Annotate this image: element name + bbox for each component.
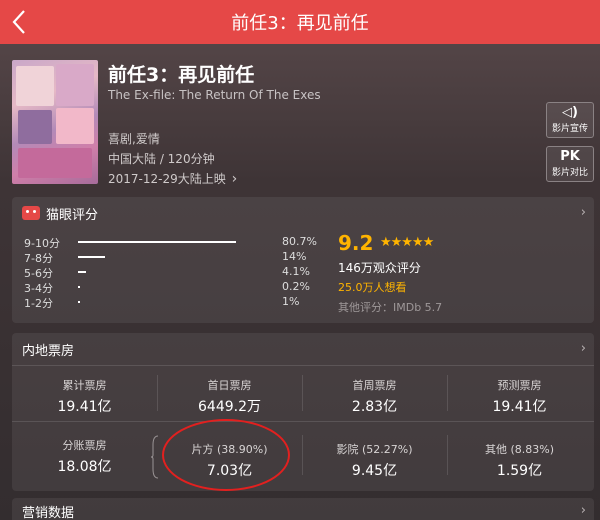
rating-dist-label: 1-2分 bbox=[24, 297, 53, 310]
movie-region-duration: 中国大陆 / 120分钟 bbox=[108, 152, 215, 166]
rating-dist-pct: 80.7% bbox=[282, 235, 317, 248]
boxoffice-stat-label: 首周票房 bbox=[352, 379, 397, 392]
rating-card-header: 猫眼评分 › bbox=[12, 197, 594, 229]
promo-button[interactable]: ◁) 影片宣传 bbox=[546, 102, 594, 138]
movie-genre: 喜剧,爱情 bbox=[108, 132, 160, 146]
boxoffice-stat-cell: 影院 (52.27%) 9.45亿 bbox=[302, 441, 447, 480]
rating-dist-row: 3-4分 0.2% bbox=[24, 280, 324, 295]
maoyan-cat-icon bbox=[22, 206, 40, 220]
other-rating: 其他评分：IMDb 5.7 bbox=[338, 301, 443, 314]
rating-dist-label: 3-4分 bbox=[24, 282, 53, 295]
rating-title: 猫眼评分 bbox=[46, 207, 99, 223]
compare-button-label: 影片对比 bbox=[551, 168, 588, 178]
boxoffice-stat-value: 6449.2万 bbox=[198, 399, 261, 415]
rating-dist-bar bbox=[78, 301, 80, 303]
boxoffice-stat-label: 累计票房 bbox=[62, 379, 107, 392]
marketing-card-header: 营销数据 › bbox=[12, 498, 594, 520]
compare-button[interactable]: PK 影片对比 bbox=[546, 146, 594, 182]
movie-title: 前任3：再见前任 bbox=[108, 64, 255, 86]
rating-card[interactable]: 猫眼评分 › 9-10分 80.7% 7-8分 14% 5-6分 4.1% 3-… bbox=[12, 197, 594, 323]
movie-english-title: The Ex-file: The Return Of The Exes bbox=[108, 88, 321, 102]
rating-dist-row: 7-8分 14% bbox=[24, 250, 324, 265]
boxoffice-stat-value: 1.59亿 bbox=[496, 463, 543, 479]
want-to-see-count: 25.0万人想看 bbox=[338, 281, 407, 294]
rating-score: 9.2 bbox=[338, 231, 374, 255]
rating-dist-pct: 14% bbox=[282, 250, 307, 263]
rating-dist-pct: 0.2% bbox=[282, 280, 310, 293]
chevron-right-icon: › bbox=[580, 205, 586, 220]
movie-poster[interactable] bbox=[12, 60, 98, 184]
boxoffice-stat-label: 影院 (52.27%) bbox=[336, 443, 413, 456]
divider bbox=[157, 375, 158, 411]
boxoffice-stat-cell: 累计票房 19.41亿 bbox=[12, 377, 157, 416]
annotation-circle bbox=[162, 419, 290, 491]
chevron-right-icon: › bbox=[580, 341, 586, 356]
rating-dist-bar bbox=[78, 241, 236, 243]
chevron-right-icon: › bbox=[580, 503, 586, 518]
boxoffice-stat-cell: 其他 (8.83%) 1.59亿 bbox=[447, 441, 592, 480]
page-title: 前任3：再见前任 bbox=[231, 13, 369, 34]
boxoffice-stat-cell: 预测票房 19.41亿 bbox=[447, 377, 592, 416]
top-nav-bar: 前任3：再见前任 bbox=[0, 0, 600, 44]
boxoffice-stat-value: 19.41亿 bbox=[492, 399, 547, 415]
movie-release-date: 2017-12-29大陆上映 bbox=[108, 172, 226, 186]
rating-dist-row: 9-10分 80.7% bbox=[24, 235, 324, 250]
boxoffice-stat-cell: 首日票房 6449.2万 bbox=[157, 377, 302, 416]
boxoffice-stat-label: 其他 (8.83%) bbox=[484, 443, 555, 456]
marketing-card[interactable]: 营销数据 › bbox=[12, 498, 594, 520]
rating-stars-icon: ★★★★★ bbox=[380, 235, 434, 250]
boxoffice-stat-label: 预测票房 bbox=[497, 379, 542, 392]
rating-count: 146万观众评分 bbox=[338, 261, 421, 275]
boxoffice-stat-value: 18.08亿 bbox=[57, 459, 112, 475]
rating-dist-pct: 4.1% bbox=[282, 265, 310, 278]
chevron-right-icon: › bbox=[231, 171, 238, 187]
boxoffice-stat-cell: 分账票房 18.08亿 bbox=[12, 437, 157, 476]
boxoffice-title: 内地票房 bbox=[22, 343, 75, 359]
rating-dist-row: 1-2分 1% bbox=[24, 295, 324, 310]
divider bbox=[12, 421, 594, 422]
chevron-left-icon bbox=[12, 10, 25, 34]
rating-dist-row: 5-6分 4.1% bbox=[24, 265, 324, 280]
divider bbox=[447, 435, 448, 475]
rating-dist-bar bbox=[78, 271, 86, 273]
movie-header: 前任3：再见前任 The Ex-file: The Return Of The … bbox=[0, 44, 600, 194]
divider bbox=[302, 375, 303, 411]
speaker-icon: ◁) bbox=[562, 105, 578, 120]
rating-dist-bar bbox=[78, 256, 105, 258]
rating-dist-pct: 1% bbox=[282, 295, 300, 308]
divider bbox=[12, 365, 594, 366]
boxoffice-stat-value: 19.41亿 bbox=[57, 399, 112, 415]
boxoffice-stat-label: 首日票房 bbox=[207, 379, 252, 392]
rating-dist-label: 7-8分 bbox=[24, 252, 53, 265]
pk-icon: PK bbox=[560, 149, 580, 164]
boxoffice-stat-value: 2.83亿 bbox=[351, 399, 398, 415]
boxoffice-stat-value: 9.45亿 bbox=[351, 463, 398, 479]
marketing-title: 营销数据 bbox=[22, 505, 75, 520]
rating-dist-label: 5-6分 bbox=[24, 267, 53, 280]
promo-button-label: 影片宣传 bbox=[551, 124, 588, 134]
rating-dist-label: 9-10分 bbox=[24, 237, 60, 250]
back-button[interactable] bbox=[4, 6, 34, 38]
boxoffice-stat-label: 分账票房 bbox=[62, 439, 107, 452]
boxoffice-stat-cell: 首周票房 2.83亿 bbox=[302, 377, 447, 416]
divider bbox=[447, 375, 448, 411]
boxoffice-card-header: 内地票房 › bbox=[12, 333, 594, 365]
divider bbox=[302, 435, 303, 475]
rating-dist-bar bbox=[78, 286, 80, 288]
movie-release-link[interactable]: 2017-12-29大陆上映 › bbox=[108, 170, 237, 187]
boxoffice-card[interactable]: 内地票房 › 累计票房 19.41亿 首日票房 6449.2万 首周票房 2.8… bbox=[12, 333, 594, 491]
